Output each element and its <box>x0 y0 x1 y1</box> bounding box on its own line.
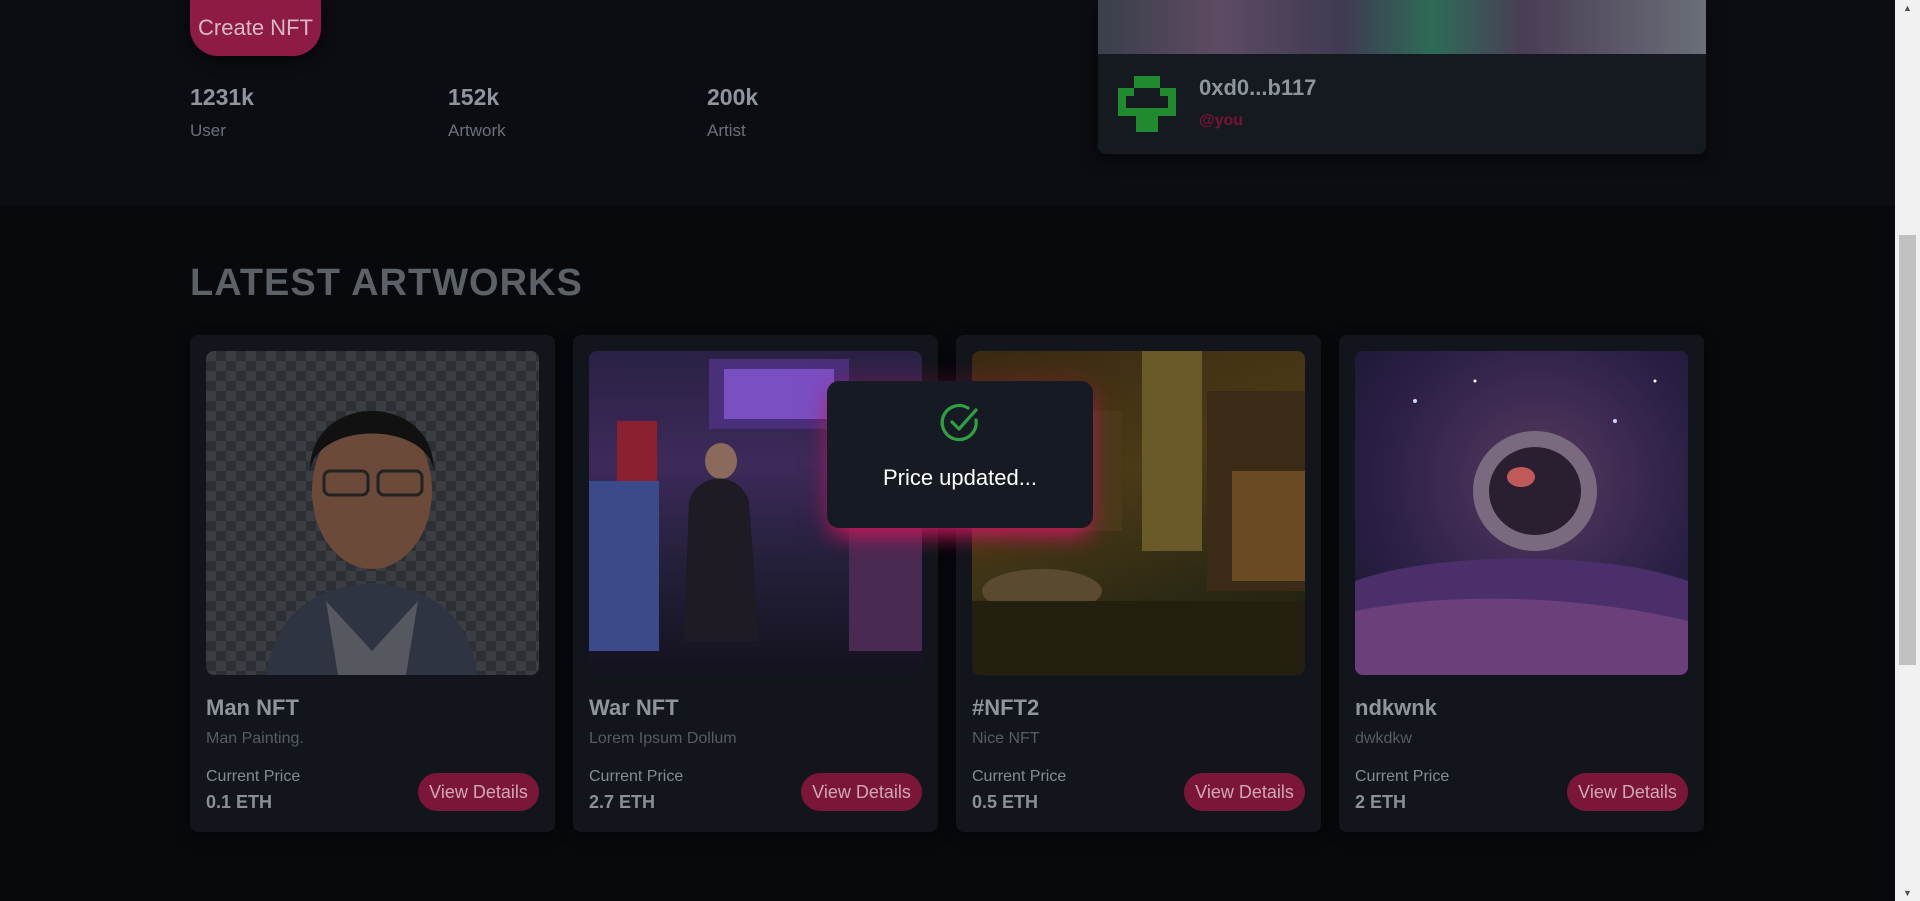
nft-price: 2 ETH <box>1355 792 1407 812</box>
view-details-button[interactable]: View Details <box>418 773 539 811</box>
nft-description: dwkdkw <box>1355 730 1412 747</box>
stat-users: 1231k User <box>190 84 254 141</box>
toast-message: Price updated... <box>882 465 1038 490</box>
stat-value: 1231k <box>190 84 254 110</box>
creator-address[interactable]: 0xd0...b117 <box>1199 75 1316 101</box>
stat-label: Artist <box>707 121 746 140</box>
nft-price: 2.7 ETH <box>589 792 656 812</box>
section-title: LATEST ARTWORKS <box>190 262 583 304</box>
stat-label: Artwork <box>448 121 506 140</box>
stat-artist: 200k Artist <box>707 84 758 141</box>
nft-card[interactable]: Man NFT Man Painting. Current Price 0.1 … <box>190 335 555 832</box>
featured-creator-card[interactable]: 0xd0...b117 @you <box>1098 0 1706 154</box>
nft-title: ndkwnk <box>1355 695 1437 720</box>
nft-title: War NFT <box>589 695 679 720</box>
view-details-button[interactable]: View Details <box>801 773 922 811</box>
nft-price: 0.5 ETH <box>972 792 1039 812</box>
check-circle-icon <box>940 403 978 442</box>
nft-price: 0.1 ETH <box>206 792 273 812</box>
creator-handle[interactable]: @you <box>1199 112 1243 130</box>
nft-description: Man Painting. <box>206 730 304 747</box>
stat-value: 200k <box>707 84 759 110</box>
price-label: Current Price <box>589 768 684 785</box>
creator-avatar[interactable] <box>1112 70 1182 138</box>
stat-artwork: 152k Artwork <box>448 84 506 141</box>
create-nft-button[interactable]: Create NFT <box>190 0 321 56</box>
toast-notification: Price updated... <box>827 381 1093 528</box>
nft-description: Nice NFT <box>972 730 1040 747</box>
view-details-button[interactable]: View Details <box>1184 773 1305 811</box>
nft-image[interactable] <box>1355 351 1688 675</box>
page: Create NFT 1231k User 152k Artwork 200k … <box>0 0 1895 901</box>
page-scrollbar[interactable]: ▲ ▼ <box>1895 0 1920 901</box>
view-details-button[interactable]: View Details <box>1567 773 1688 811</box>
nft-description: Lorem Ipsum Dollum <box>589 730 737 747</box>
scrollbar-thumb[interactable] <box>1899 235 1916 665</box>
scroll-down-arrow-icon[interactable]: ▼ <box>1895 885 1920 901</box>
stat-label: User <box>190 121 226 140</box>
stat-value: 152k <box>448 84 500 110</box>
scroll-up-arrow-icon[interactable]: ▲ <box>1895 0 1920 16</box>
featured-artwork-image <box>1098 0 1706 54</box>
price-label: Current Price <box>1355 768 1450 785</box>
price-label: Current Price <box>206 768 301 785</box>
nft-title: #NFT2 <box>972 695 1040 720</box>
nft-title: Man NFT <box>206 695 299 720</box>
nft-image[interactable] <box>206 351 539 675</box>
price-label: Current Price <box>972 768 1067 785</box>
nft-card[interactable]: ndkwnk dwkdkw Current Price 2 ETH View D… <box>1339 335 1704 832</box>
